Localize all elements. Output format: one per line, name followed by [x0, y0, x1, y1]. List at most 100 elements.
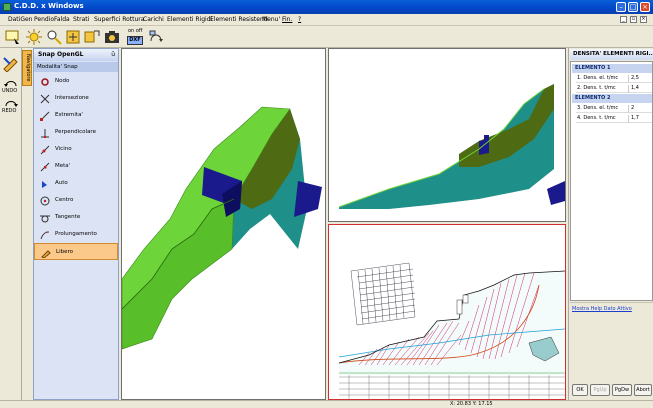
perpendicular-icon: [41, 129, 49, 138]
viewport-2d-section[interactable]: [328, 224, 566, 400]
snap-item-centro[interactable]: Centro: [34, 192, 118, 209]
snap-item-label: Perpendicolare: [55, 129, 96, 135]
menu-bar: DatiGen Pendio Falda Strati Superfici Ro…: [0, 14, 653, 26]
pin-icon[interactable]: ū: [111, 51, 115, 58]
snap-item-label: Prolungamento: [55, 231, 97, 237]
snap-panel-title: Snap OpenGL: [38, 51, 84, 58]
snap-item-label: Centro: [55, 197, 74, 203]
midpoint-icon: [40, 162, 50, 172]
snap-item-intersezione[interactable]: Intersezione: [34, 90, 118, 107]
viewport-3d-perspective[interactable]: [121, 48, 326, 400]
snap-mode-label: Modalita' Snap: [34, 62, 118, 72]
ok-button[interactable]: OK: [572, 384, 588, 396]
menu-elementi-rigidi[interactable]: Elementi Rigidi: [167, 16, 212, 23]
snap-item-label: Libero: [56, 249, 73, 255]
dxf-button[interactable]: DXF: [127, 36, 143, 45]
edit-tool-icon[interactable]: [2, 54, 20, 72]
menu-datigen[interactable]: DatiGen: [8, 16, 32, 23]
help-link[interactable]: Mostra Help Dato Attivo: [572, 306, 632, 312]
cursor-coordinates: X: 20.83 Y: 17.15: [450, 401, 493, 407]
snap-panel-header: Snap OpenGL ū: [34, 49, 118, 61]
slope-section-drawing: [338, 262, 566, 399]
mdi-minimize-button[interactable]: _: [620, 16, 627, 23]
abort-button[interactable]: Abort: [634, 384, 652, 396]
viewport-3d-side[interactable]: [328, 48, 566, 222]
property-label: 3. Dens. el. t/mc: [577, 105, 619, 111]
title-bar: C.D.D. x Windows – □ ×: [0, 0, 653, 14]
toolbar: on off DXF: [0, 26, 653, 48]
snap-item-label: Tangente: [55, 214, 81, 220]
snap-item-auto[interactable]: Auto: [34, 175, 118, 192]
property-value[interactable]: 1,7: [628, 115, 652, 123]
group-header[interactable]: ELEMENTO 2: [572, 94, 652, 103]
slope-side-model: [338, 84, 565, 209]
snap-item-meta[interactable]: Meta': [34, 158, 118, 175]
snap-item-label: Intersezione: [55, 95, 89, 101]
sun-icon[interactable]: [26, 29, 42, 45]
snap-item-label: Vicino: [55, 146, 72, 152]
redo-icon[interactable]: [3, 98, 19, 108]
property-row[interactable]: 1. Dens. el. t/mc 2,5: [576, 74, 652, 83]
menu-superfici-rottura[interactable]: Superfici Rottura: [94, 16, 144, 23]
minimize-button[interactable]: –: [616, 2, 626, 12]
panel-divider: [570, 302, 653, 303]
pan-icon[interactable]: [65, 29, 81, 45]
node-icon: [41, 78, 49, 86]
snap-item-label: Estremita': [55, 112, 83, 118]
menu-pendio[interactable]: Pendio: [34, 16, 54, 23]
undo-label[interactable]: UNDO: [2, 88, 17, 94]
close-button[interactable]: ×: [640, 2, 650, 12]
property-row[interactable]: 3. Dens. el. t/mc 2: [576, 104, 652, 113]
zoom-icon[interactable]: [46, 29, 62, 45]
free-icon: [41, 250, 51, 258]
snap-item-tangente[interactable]: Tangente: [34, 209, 118, 226]
endpoint-icon: [40, 111, 50, 121]
redo-label[interactable]: REDO: [2, 108, 16, 114]
page-up-button[interactable]: PgUp: [590, 384, 610, 396]
property-value[interactable]: 2: [628, 105, 652, 113]
snap-panel: Snap OpenGL ū Modalita' Snap Nodo Inters…: [33, 48, 119, 400]
snap-mode-list: Nodo Intersezione Estremita' Perpendicol…: [34, 73, 118, 260]
intersection-icon: [40, 94, 50, 104]
property-row[interactable]: 4. Dens. t. t/mc 1,7: [576, 114, 652, 123]
mdi-restore-button[interactable]: ▫: [630, 16, 637, 23]
snap-item-prolungamento[interactable]: Prolungamento: [34, 226, 118, 243]
snap-item-vicino[interactable]: Vicino: [34, 141, 118, 158]
snap-item-perpendicolare[interactable]: Perpendicolare: [34, 124, 118, 141]
property-value[interactable]: 1,4: [628, 85, 652, 93]
app-icon: [3, 3, 11, 11]
menu-fin[interactable]: Fin.: [282, 16, 292, 23]
extension-icon: [40, 231, 50, 240]
property-value[interactable]: 2,5: [628, 75, 652, 83]
rotate-view-icon[interactable]: [148, 29, 164, 45]
navigator-tab[interactable]: Navigatore: [22, 50, 32, 86]
menu-falda[interactable]: Falda: [54, 16, 70, 23]
status-bar: X: 20.83 Y: 17.15: [0, 400, 653, 408]
select-window-icon[interactable]: [5, 29, 21, 45]
snap-item-label: Nodo: [55, 78, 70, 84]
menu-menu[interactable]: Menu': [262, 16, 280, 23]
property-row[interactable]: 2. Dens. t. t/mc 1,4: [576, 84, 652, 93]
property-label: 2. Dens. t. t/mc: [577, 85, 616, 91]
center-icon: [40, 196, 50, 206]
snap-item-libero[interactable]: Libero: [34, 243, 118, 260]
near-icon: [40, 145, 50, 155]
zoom-extents-icon[interactable]: [84, 29, 100, 45]
properties-panel: DENSITA' ELEMENTI RIGI... ELEMENTO 1 1. …: [568, 48, 653, 400]
undo-icon[interactable]: [3, 78, 19, 88]
mdi-close-button[interactable]: ×: [640, 16, 647, 23]
snap-item-nodo[interactable]: Nodo: [34, 73, 118, 90]
menu-elementi-resistenti[interactable]: Elementi Resistenti: [210, 16, 268, 23]
page-down-button[interactable]: PgDw: [612, 384, 632, 396]
menu-carichi[interactable]: Carichi: [143, 16, 164, 23]
left-tool-strip: UNDO REDO: [0, 48, 22, 400]
maximize-button[interactable]: □: [628, 2, 638, 12]
on-off-label[interactable]: on off: [128, 28, 142, 34]
camera-icon[interactable]: [104, 29, 120, 45]
properties-grid: ELEMENTO 1 1. Dens. el. t/mc 2,5 2. Dens…: [570, 61, 653, 301]
menu-strati[interactable]: Strati: [73, 16, 89, 23]
slip-circle-grid: [350, 262, 416, 326]
group-header[interactable]: ELEMENTO 1: [572, 64, 652, 73]
snap-item-estremita[interactable]: Estremita': [34, 107, 118, 124]
menu-help[interactable]: ?: [298, 16, 301, 23]
